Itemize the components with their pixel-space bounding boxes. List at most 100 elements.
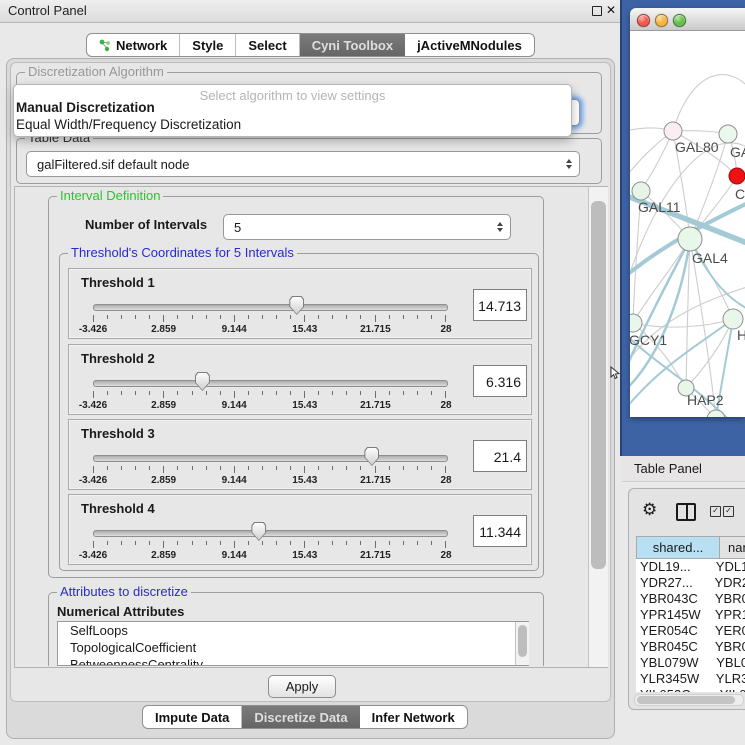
tab-jactivemnodules[interactable]: jActiveMNodules (405, 34, 534, 56)
tab-impute-data[interactable]: Impute Data (143, 706, 242, 728)
scrollbar-thumb[interactable] (637, 696, 735, 704)
network-node[interactable] (664, 122, 682, 140)
attribute-list-item[interactable]: TopologicalCoefficient (58, 639, 528, 656)
numerical-attributes-label: Numerical Attributes (57, 604, 184, 619)
network-edge[interactable] (641, 131, 673, 191)
network-node[interactable] (707, 410, 725, 417)
checkbox-icon[interactable]: ✓ (723, 506, 734, 517)
checkbox-icon[interactable]: ✓ (710, 506, 721, 517)
network-node[interactable] (678, 227, 702, 251)
scrollbar-thumb[interactable] (591, 201, 606, 569)
table-row[interactable]: YER054CYER0 (636, 623, 745, 639)
slider-tick-label: 2.859 (151, 550, 176, 561)
slider-tick (318, 541, 319, 545)
slider-tick (318, 466, 319, 470)
combo-arrows-icon (566, 159, 572, 169)
slider-tick (93, 391, 94, 398)
network-node[interactable] (632, 182, 650, 200)
minimize-traffic-light[interactable] (655, 14, 668, 27)
table-data-combobox[interactable]: galFiltered.sif default node (26, 151, 580, 177)
table-row[interactable]: YDL19...YDL1 (636, 559, 745, 575)
tab-style[interactable]: Style (180, 34, 236, 56)
node-table[interactable]: YDL19...YDL1YDR27...YDR2YBR043CYBR0YPR14… (636, 559, 745, 692)
tab-select[interactable]: Select (236, 34, 299, 56)
algorithm-option-manual[interactable]: Manual Discretization (16, 100, 155, 115)
table-row[interactable]: YBR045CYBR0 (636, 639, 745, 655)
network-edge[interactable] (630, 131, 673, 179)
threshold-value-field[interactable]: 6.316 (473, 365, 527, 397)
slider-thumb[interactable] (195, 372, 210, 391)
threshold-value-field[interactable]: 14.713 (473, 289, 527, 321)
network-view-window[interactable]: GAL80GACGAL11GAL4GCY1HHAP2 (630, 8, 745, 417)
close-traffic-light[interactable] (637, 14, 650, 27)
slider-tick-label: 15.43 (292, 400, 317, 411)
slider-track[interactable] (93, 455, 448, 462)
slider-thumb[interactable] (289, 296, 304, 315)
cell-name: YBR0 (711, 639, 745, 655)
slider-tick (248, 391, 249, 395)
slider-tick (121, 391, 122, 395)
slider-tick (107, 541, 108, 545)
algorithm-option-equal-width[interactable]: Equal Width/Frequency Discretization (16, 117, 241, 132)
network-window-titlebar[interactable] (630, 8, 745, 31)
table-horizontal-scrollbar[interactable] (634, 694, 744, 706)
tab-discretize-data[interactable]: Discretize Data (242, 706, 359, 728)
slider-track[interactable] (93, 304, 448, 311)
network-canvas[interactable]: GAL80GACGAL11GAL4GCY1HHAP2 (630, 31, 745, 417)
number-of-intervals-label: Number of Intervals (85, 217, 207, 232)
slider-tick (177, 315, 178, 319)
cell-shared-name: YER054C (636, 623, 711, 639)
slider-tick-label: 21.715 (360, 324, 391, 335)
slider-tick (346, 315, 347, 319)
network-node-label: HAP2 (687, 392, 724, 408)
slider-track[interactable] (93, 530, 448, 537)
network-edge[interactable] (686, 319, 733, 388)
attribute-list-item[interactable]: BetweennessCentrality (58, 656, 528, 666)
zoom-traffic-light[interactable] (673, 14, 686, 27)
column-header-name[interactable]: name (719, 536, 745, 559)
slider-tick (149, 541, 150, 545)
cell-name: YBR0 (711, 591, 745, 607)
tab-infer-network[interactable]: Infer Network (360, 706, 467, 728)
numerical-attributes-list[interactable]: SelfLoopsTopologicalCoefficientBetweenne… (57, 621, 529, 666)
threshold-value-field[interactable]: 11.344 (473, 515, 527, 547)
attribute-list-item[interactable]: SelfLoops (58, 622, 528, 639)
table-row[interactable]: YDR27...YDR2 (636, 575, 745, 591)
columns-icon[interactable] (676, 503, 696, 521)
close-window-icon[interactable]: ✕ (606, 3, 616, 17)
tab-network[interactable]: Network (87, 34, 180, 56)
table-row[interactable]: YLR345WYLR3 (636, 671, 745, 687)
slider-tick (417, 466, 418, 470)
scrollbar-thumb[interactable] (518, 625, 527, 657)
tab-cyni-toolbox[interactable]: Cyni Toolbox (300, 34, 405, 56)
slider-track[interactable] (93, 380, 448, 387)
network-node[interactable] (723, 309, 743, 329)
table-row[interactable]: YIL052CYIL0 (636, 687, 745, 692)
network-edge[interactable] (673, 75, 745, 131)
cell-name: YER0 (711, 623, 745, 639)
threshold-value-field[interactable]: 21.4 (473, 440, 527, 472)
slider-tick (220, 391, 221, 395)
cell-shared-name: YDR27... (636, 575, 710, 591)
threshold-panel: Threshold 2-3.4262.8599.14415.4321.71528… (68, 344, 532, 415)
gear-icon[interactable]: ⚙ (642, 500, 657, 520)
float-window-icon[interactable] (592, 6, 602, 16)
network-node[interactable] (729, 168, 745, 184)
slider-thumb[interactable] (251, 522, 266, 541)
table-row[interactable]: YBL079WYBL0 (636, 655, 745, 671)
combo-arrows-icon (497, 222, 503, 232)
apply-button[interactable]: Apply (268, 675, 336, 698)
table-row[interactable]: YBR043CYBR0 (636, 591, 745, 607)
attributes-list-scrollbar[interactable] (515, 622, 529, 665)
slider-thumb[interactable] (364, 447, 379, 466)
network-node-label: H (737, 327, 745, 343)
number-of-intervals-combobox[interactable]: 5 (223, 214, 511, 240)
tab-impute-data-label: Impute Data (155, 710, 229, 725)
table-row[interactable]: YPR145WYPR1 (636, 607, 745, 623)
slider-tick (93, 541, 94, 548)
slider-tick-label: 21.715 (360, 475, 391, 486)
settings-vertical-scrollbar[interactable] (588, 187, 608, 667)
network-node[interactable] (719, 125, 737, 143)
column-header-shared[interactable]: shared... (636, 536, 720, 559)
slider-tick (248, 315, 249, 319)
